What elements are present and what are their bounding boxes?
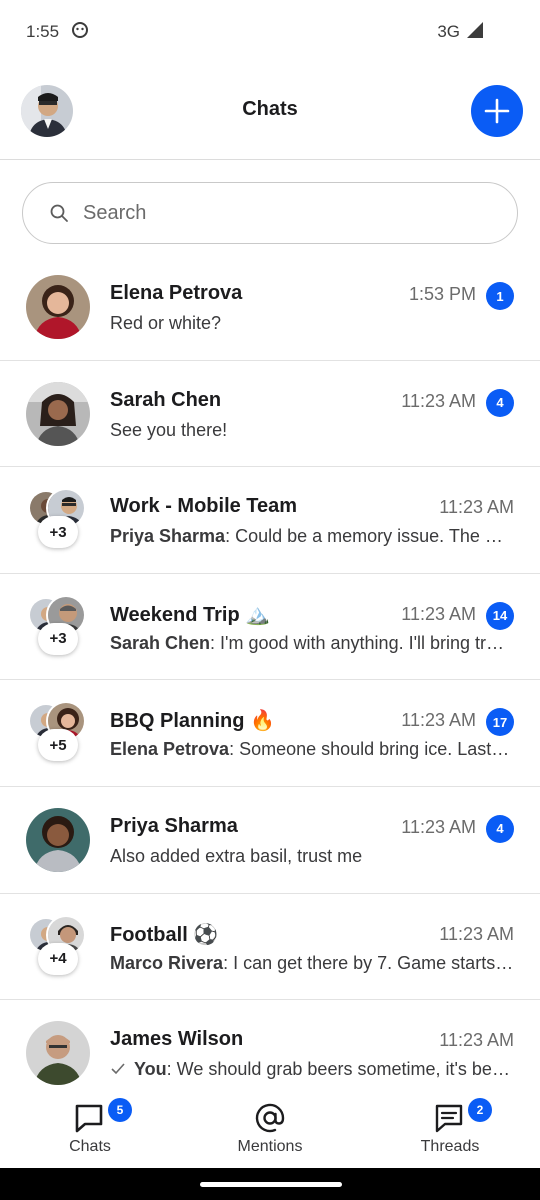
chat-row-football[interactable]: +4 Football ⚽ 11:23 AM Marco Rivera: I c…: [0, 894, 540, 1001]
avatar: [26, 275, 90, 339]
chat-row-elena-petrova[interactable]: Elena Petrova 1:53 PM 1 Red or white?: [0, 254, 540, 361]
unread-badge: 1: [486, 282, 514, 310]
nav-threads[interactable]: 2 Threads: [360, 1090, 540, 1168]
message-sender: You: [134, 1059, 167, 1080]
chat-time: 11:23 AM: [439, 923, 514, 944]
plus-icon: [484, 98, 510, 124]
signal-icon: [466, 21, 484, 44]
group-avatar: +3: [26, 488, 90, 552]
message-text: See you there!: [110, 419, 228, 440]
message-text: : I'm good with anything. I'll bring tra…: [210, 632, 514, 653]
chat-row-sarah-chen[interactable]: Sarah Chen 11:23 AM 4 See you there!: [0, 361, 540, 468]
unread-badge: 4: [486, 388, 514, 417]
message-text: Also added extra basil, trust me: [110, 845, 363, 866]
chat-preview: Marco Rivera: I can get there by 7. Game…: [110, 953, 514, 974]
threads-icon: [435, 1104, 463, 1133]
chat-time: 11:23 AM: [401, 816, 476, 837]
message-text: : I can get there by 7. Game starts at 7…: [223, 952, 514, 973]
page-title: Chats: [242, 98, 298, 120]
chat-name: BBQ Planning 🔥: [110, 710, 275, 733]
group-avatar: +4: [26, 914, 90, 979]
chat-preview: Elena Petrova: Someone should bring ice.…: [110, 739, 514, 760]
avatar: [26, 1021, 90, 1086]
message-text: : Could be a memory issue. The Pixel 7 h…: [225, 526, 514, 547]
chat-list[interactable]: Elena Petrova 1:53 PM 1 Red or white? Sa…: [0, 254, 540, 1090]
nav-mentions[interactable]: Mentions: [180, 1090, 360, 1168]
chat-row-work-mobile-team[interactable]: +3 Work - Mobile Team 11:23 AM Priya Sha…: [0, 467, 540, 574]
group-avatar: +5: [26, 701, 90, 765]
chat-time: 11:23 AM: [401, 390, 476, 411]
chat-row-weekend-trip[interactable]: +3 Weekend Trip 🏔️ 11:23 AM 14 Sarah Che…: [0, 574, 540, 681]
nav-badge: 5: [108, 1098, 132, 1122]
chat-preview: Sarah Chen: I'm good with anything. I'll…: [110, 633, 514, 654]
chat-row-bbq-planning[interactable]: +5 BBQ Planning 🔥 11:23 AM 17 Elena Petr…: [0, 680, 540, 787]
message-text: : Someone should bring ice. Last time we…: [229, 739, 514, 760]
nav-label: Threads: [420, 1138, 480, 1155]
chat-time: 1:53 PM: [408, 284, 476, 304]
chat-name: Weekend Trip 🏔️: [110, 603, 271, 626]
home-indicator[interactable]: [200, 1182, 342, 1187]
chat-name: Elena Petrova: [110, 282, 243, 304]
unread-badge: 4: [486, 814, 514, 843]
nav-label: Mentions: [237, 1138, 303, 1155]
chat-row-james-wilson[interactable]: James Wilson 11:23 AM You: We should gra…: [0, 1000, 540, 1090]
unread-badge: 14: [486, 601, 514, 630]
avatar: [26, 381, 90, 446]
search-input[interactable]: [83, 201, 463, 225]
chat-preview: See you there!: [110, 420, 514, 441]
member-count: +3: [38, 516, 78, 549]
chat-time: 11:23 AM: [401, 710, 476, 731]
chat-name: Sarah Chen: [110, 388, 222, 411]
unread-badge: 17: [486, 708, 514, 737]
status-bar: 1:55 3G: [0, 0, 540, 64]
new-chat-button[interactable]: [471, 85, 523, 137]
network-type: 3G: [437, 22, 460, 41]
message-sender: Priya Sharma: [110, 526, 226, 547]
message-sender: Elena Petrova: [110, 739, 230, 760]
nav-label: Chats: [69, 1138, 111, 1155]
avatar: [26, 807, 90, 872]
message-sender: Marco Rivera: [110, 952, 224, 973]
chat-row-priya-sharma[interactable]: Priya Sharma 11:23 AM 4 Also added extra…: [0, 787, 540, 894]
message-text: : We should grab beers sometime, it's be…: [166, 1059, 514, 1080]
checkmark-icon: [110, 1060, 126, 1081]
chat-name: Football ⚽: [110, 923, 219, 946]
chat-preview: Red or white?: [110, 313, 514, 334]
member-count: +4: [38, 942, 78, 975]
status-time: 1:55: [26, 22, 60, 41]
bottom-nav: 5 Chats Mentions 2 Threads: [0, 1090, 540, 1168]
search-bar[interactable]: [22, 182, 518, 244]
system-nav-bar: [0, 1168, 540, 1200]
member-count: +5: [38, 729, 78, 762]
message-sender: Sarah Chen: [110, 632, 211, 653]
chat-time: 11:23 AM: [439, 497, 514, 518]
message-text: Red or white?: [110, 313, 222, 333]
group-avatar: +3: [26, 594, 90, 659]
nav-badge: 2: [468, 1098, 492, 1122]
chat-time: 11:23 AM: [439, 1030, 514, 1051]
chat-bubble-icon: [75, 1104, 103, 1133]
chat-preview: You: We should grab beers sometime, it's…: [110, 1059, 514, 1081]
app-header: Chats: [0, 64, 540, 160]
nav-chats[interactable]: 5 Chats: [0, 1090, 180, 1168]
chat-preview: Also added extra basil, trust me: [110, 846, 514, 867]
chat-time: 11:23 AM: [401, 603, 476, 624]
chat-name: Work - Mobile Team: [110, 495, 298, 518]
chat-name: Priya Sharma: [110, 814, 238, 837]
launcher-icon: [71, 21, 89, 44]
chat-name: James Wilson: [110, 1028, 244, 1051]
at-sign-icon: [255, 1103, 285, 1133]
search-icon: [50, 204, 68, 222]
chat-preview: Priya Sharma: Could be a memory issue. T…: [110, 526, 514, 547]
member-count: +3: [38, 622, 78, 655]
